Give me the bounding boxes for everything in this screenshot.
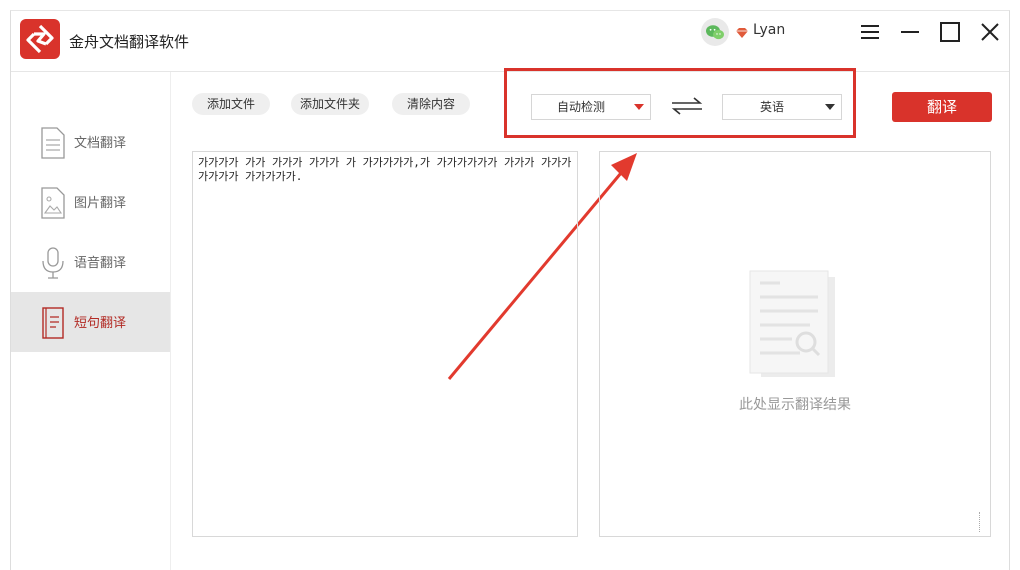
app-window: 金舟文档翻译软件 Lyan 文档翻译 图片翻译 语音翻译 短句翻译 添加文件 添…	[10, 10, 1010, 570]
add-file-button[interactable]: 添加文件	[192, 93, 270, 115]
menu-icon[interactable]	[859, 21, 881, 43]
sidebar-item-label: 图片翻译	[74, 196, 127, 211]
sidebar: 文档翻译 图片翻译 语音翻译 短句翻译	[11, 72, 171, 570]
microphone-icon	[39, 247, 67, 279]
result-placeholder: 此处显示翻译结果	[739, 397, 851, 413]
empty-result-icon	[748, 270, 838, 380]
image-icon	[39, 187, 67, 219]
app-logo	[20, 19, 60, 59]
maximize-icon[interactable]	[939, 21, 961, 43]
result-panel: 此处显示翻译结果	[599, 151, 991, 537]
sidebar-item-label: 文档翻译	[74, 136, 127, 151]
sidebar-item-image-translate[interactable]: 图片翻译	[11, 172, 170, 232]
wechat-icon[interactable]	[701, 18, 729, 46]
sidebar-item-voice-translate[interactable]: 语音翻译	[11, 232, 170, 292]
short-text-icon	[39, 307, 67, 339]
minimize-icon[interactable]	[899, 21, 921, 43]
language-highlight-box	[504, 68, 856, 138]
source-text-area[interactable]: 가가가가 가가 가가가 가가가 가 가가가가가,가 가가가가가가 가가가 가가가…	[192, 151, 578, 537]
source-text[interactable]: 가가가가 가가 가가가 가가가 가 가가가가가,가 가가가가가가 가가가 가가가…	[193, 152, 577, 188]
title-bar: 金舟文档翻译软件 Lyan	[11, 11, 1009, 72]
sidebar-item-short-translate[interactable]: 短句翻译	[11, 292, 170, 352]
sidebar-item-label: 语音翻译	[74, 256, 127, 271]
app-title: 金舟文档翻译软件	[69, 33, 190, 51]
gem-icon	[735, 24, 749, 38]
add-folder-button[interactable]: 添加文件夹	[291, 93, 369, 115]
user-name[interactable]: Lyan	[753, 22, 785, 38]
clear-content-button[interactable]: 清除内容	[392, 93, 470, 115]
sidebar-item-document-translate[interactable]: 文档翻译	[11, 112, 170, 172]
translate-button[interactable]: 翻译	[892, 92, 992, 122]
document-icon	[39, 127, 67, 159]
sidebar-item-label: 短句翻译	[74, 316, 127, 331]
resize-handle	[979, 512, 988, 532]
close-icon[interactable]	[979, 21, 1001, 43]
